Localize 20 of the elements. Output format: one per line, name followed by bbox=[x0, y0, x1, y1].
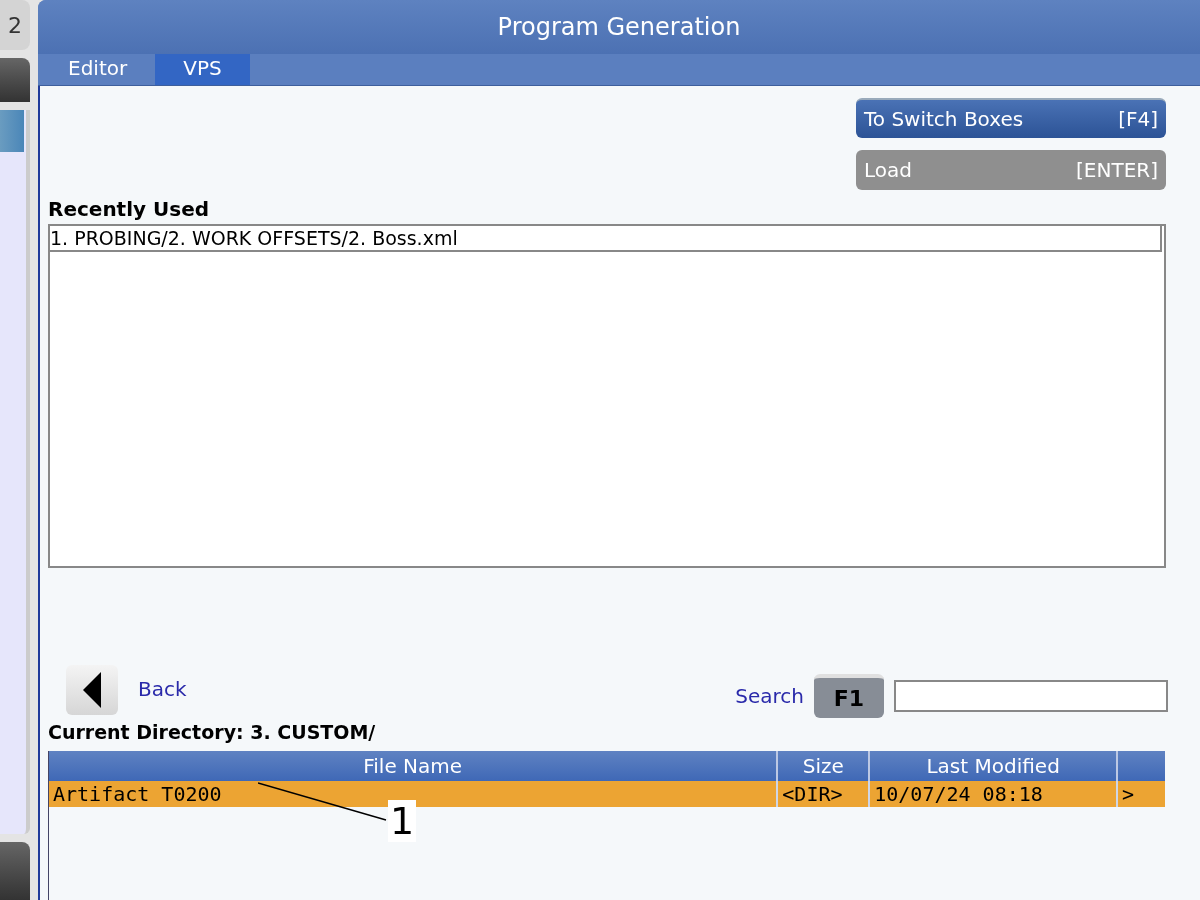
side-tab[interactable] bbox=[0, 58, 30, 102]
table-cell: 10/07/24 08:18 bbox=[870, 780, 1119, 807]
back-link[interactable]: Back bbox=[138, 674, 187, 704]
file-row[interactable]: Artifact T0200 <DIR> 10/07/24 08:18 > bbox=[49, 780, 1165, 807]
window-title: Program Generation bbox=[38, 0, 1200, 54]
table-cell: <DIR> bbox=[778, 780, 871, 807]
current-directory: Current Directory: 3. CUSTOM/ bbox=[48, 720, 377, 745]
list-item[interactable]: 1. PROBING/2. WORK OFFSETS/2. Boss.xml bbox=[50, 226, 1162, 252]
callout-number: 1 bbox=[388, 800, 417, 842]
left-triangle-icon bbox=[83, 672, 101, 708]
side-tab[interactable] bbox=[0, 842, 30, 900]
panel-number: 2 bbox=[0, 0, 30, 50]
table-cell-text: > bbox=[1121, 780, 1136, 807]
section-title: Recently Used bbox=[48, 196, 211, 223]
back-button[interactable] bbox=[66, 665, 118, 715]
key-button[interactable]: F1 bbox=[814, 674, 884, 718]
tab[interactable]: VPS bbox=[155, 54, 250, 85]
search-field[interactable] bbox=[894, 680, 1168, 712]
search-label: Search bbox=[735, 683, 804, 710]
function-button[interactable]: To Switch Boxes [F4] bbox=[856, 98, 1166, 138]
